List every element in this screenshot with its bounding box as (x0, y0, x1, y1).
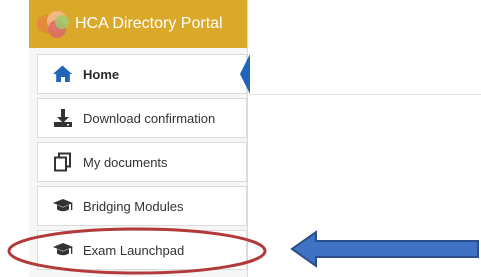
nav-item-label: Exam Launchpad (83, 242, 185, 258)
app-title: HCA Directory Portal (75, 15, 223, 32)
nav-item-label: My documents (83, 154, 168, 170)
active-indicator (240, 54, 250, 94)
nav-item-download-confirmation[interactable]: Download confirmation (37, 98, 247, 138)
home-icon (52, 63, 74, 85)
annotation-arrow (290, 230, 479, 268)
logo (35, 6, 71, 42)
nav-item-label: Bridging Modules (83, 198, 184, 214)
download-icon (52, 107, 74, 129)
graduation-cap-icon (52, 239, 74, 261)
nav-item-label: Home (83, 66, 120, 82)
documents-icon (52, 151, 74, 173)
content-top-border (250, 94, 481, 95)
nav-item-label: Download confirmation (83, 110, 216, 126)
nav-item-exam-launchpad[interactable]: Exam Launchpad (37, 230, 247, 270)
graduation-cap-icon (52, 195, 74, 217)
nav-item-home[interactable]: Home (37, 54, 247, 94)
app-header: HCA Directory Portal (29, 0, 247, 48)
nav-item-my-documents[interactable]: My documents (37, 142, 247, 182)
nav-item-bridging-modules[interactable]: Bridging Modules (37, 186, 247, 226)
